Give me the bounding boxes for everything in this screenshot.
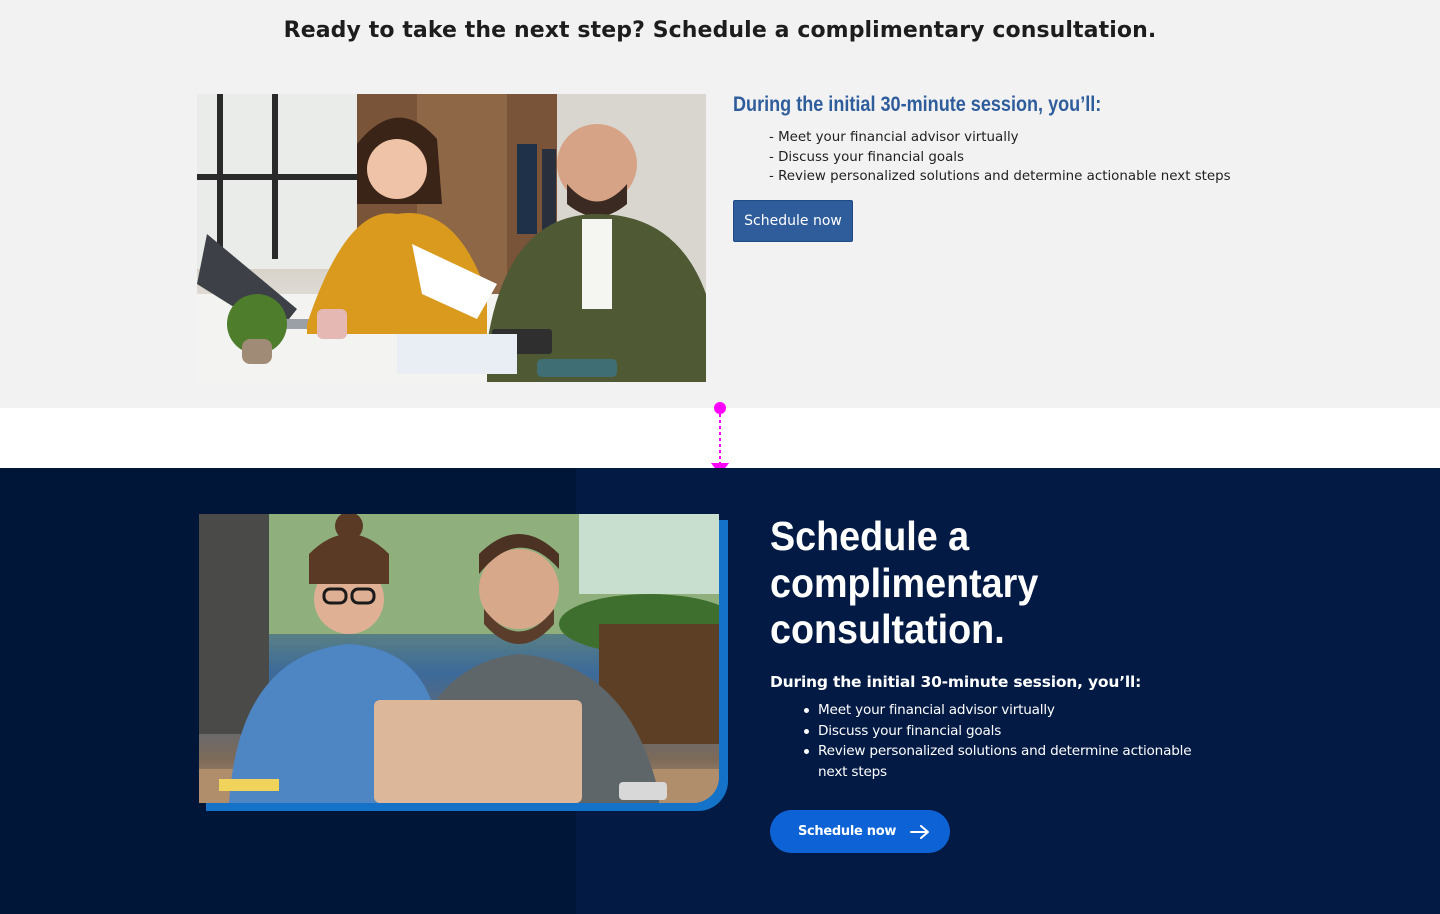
- list-item: Review personalized solutions and determ…: [802, 741, 1202, 782]
- consultation-photo-2: [199, 514, 719, 803]
- schedule-now-button[interactable]: Schedule now: [770, 810, 950, 853]
- list-item: Meet your financial advisor virtually: [802, 700, 1202, 721]
- consultation-title: Schedule a complimentary consultation.: [770, 513, 1039, 652]
- bottom-section: [0, 468, 1440, 914]
- bullet-icon: [804, 728, 809, 734]
- list-item: - Discuss your financial goals: [769, 149, 964, 165]
- list-item: - Meet your financial advisor virtually: [769, 130, 1019, 145]
- schedule-now-label: Schedule now: [797, 824, 897, 839]
- top-subheading: During the initial 30-minute session, yo…: [733, 93, 1102, 116]
- spacing-arrow-icon: [711, 402, 729, 475]
- bullet-icon: [804, 708, 809, 713]
- list-item: - Review personalized solutions and dete…: [769, 169, 1231, 184]
- bottom-benefits-list: Meet your financial advisor virtually Di…: [802, 700, 1202, 782]
- consultation-photo-1: [197, 94, 706, 382]
- list-item: Discuss your financial goals: [802, 721, 1202, 742]
- bullet-icon: [804, 749, 809, 754]
- bottom-subheading: During the initial 30-minute session, yo…: [770, 673, 1142, 691]
- list-item-text: Discuss your financial goals: [818, 722, 1002, 739]
- list-item-text: Review personalized solutions and determ…: [818, 743, 1192, 780]
- list-item-text: Meet your financial advisor virtually: [818, 702, 1055, 718]
- arrow-right-icon: [910, 824, 930, 839]
- top-benefits-list: - Meet your financial advisor virtually …: [769, 128, 1231, 187]
- top-heading: Ready to take the next step? Schedule a …: [283, 18, 1157, 43]
- schedule-now-button-top[interactable]: Schedule now: [733, 200, 853, 242]
